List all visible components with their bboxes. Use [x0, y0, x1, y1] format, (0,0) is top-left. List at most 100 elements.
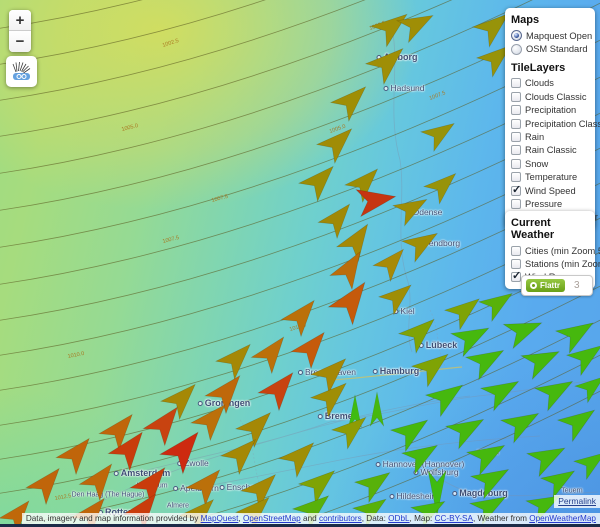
checkbox-icon[interactable]	[511, 259, 521, 270]
layer-option-temperature[interactable]: Temperature	[511, 171, 590, 184]
layer-option-pressure[interactable]: Pressure	[511, 197, 590, 210]
checkbox-icon[interactable]	[511, 91, 521, 102]
wind-arrow	[25, 467, 60, 506]
attribution-link-openstreetmap[interactable]: OpenStreetMap	[243, 514, 301, 523]
layer-option-precipitation-classic[interactable]: Precipitation Classic	[511, 117, 600, 130]
wind-arrow	[444, 419, 485, 450]
wind-arrow	[369, 391, 385, 427]
radio-icon[interactable]	[511, 30, 522, 42]
option-label: Precipitation Classic	[525, 118, 600, 129]
wind-arrow	[315, 128, 353, 165]
option-label: Clouds Classic	[525, 91, 587, 102]
layers-panel: Maps Mapquest Open OSM Standard TileLayer…	[505, 8, 600, 230]
wind-arrow	[377, 284, 412, 316]
attribution-bar: Data, imagery and map information provid…	[21, 513, 600, 524]
map-option-mapquest-open[interactable]: Mapquest Open	[511, 29, 593, 42]
option-label: Temperature	[525, 172, 578, 183]
wind-arrow	[469, 469, 510, 500]
attribution-link-openweathermap[interactable]: OpenWeatherMap	[529, 514, 596, 523]
layer-option-precipitation[interactable]: Precipitation	[511, 104, 590, 117]
flattr-widget[interactable]: Flattr 3	[521, 275, 593, 296]
attribution-link-contributors[interactable]: contributors	[319, 514, 362, 523]
attribution-link-mapquest[interactable]: MapQuest	[201, 514, 239, 523]
option-label: Mapquest Open	[526, 30, 593, 41]
wind-arrow	[364, 48, 404, 86]
option-label: Stations (min Zoom 7)	[525, 259, 600, 270]
checkbox-icon[interactable]	[511, 158, 521, 169]
wind-arrow	[479, 381, 520, 412]
layer-option-clouds[interactable]: Clouds	[511, 77, 590, 90]
wind-arrow	[477, 292, 513, 323]
radio-icon[interactable]	[511, 43, 522, 55]
option-label: Wind Speed	[525, 185, 576, 196]
attribution-text: , Map:	[409, 514, 435, 523]
option-label: Pressure	[525, 198, 563, 209]
layer-option-cities-min-zoom-5[interactable]: Cities (min Zoom 5)	[511, 244, 600, 257]
map-option-osm-standard[interactable]: OSM Standard	[511, 42, 590, 55]
wind-arrow	[250, 336, 285, 375]
checkbox-icon[interactable]	[511, 269, 521, 283]
checkbox-icon[interactable]	[511, 183, 521, 196]
tilelayers-option-list: Clouds Clouds Classic Precipitation Precipi…	[511, 77, 600, 224]
option-label: Precipitation	[525, 105, 577, 116]
zoom-control: + −	[9, 10, 31, 52]
wind-arrow	[556, 409, 596, 443]
flattr-button[interactable]: Flattr	[526, 279, 565, 292]
layer-option-stations-min-zoom-7[interactable]: Stations (min Zoom 7)	[511, 257, 600, 270]
wind-arrow	[290, 331, 325, 370]
wind-arrow	[297, 165, 334, 203]
maps-option-list: Mapquest Open OSM Standard	[511, 29, 593, 56]
option-label: Clouds	[525, 78, 554, 89]
wind-arrow	[520, 351, 560, 381]
layer-option-rain[interactable]: Rain	[511, 130, 590, 143]
wind-arrow	[449, 327, 490, 358]
wind-arrow	[525, 447, 566, 478]
checkbox-icon[interactable]	[511, 245, 521, 256]
option-label: OSM Standard	[526, 44, 588, 55]
wind-arrow	[389, 419, 429, 453]
wind-arrow	[234, 411, 272, 449]
flattr-label: Flattr	[540, 281, 560, 290]
current-weather-section-title: Current Weather	[511, 217, 555, 241]
permalink-link[interactable]: Permalink	[558, 496, 596, 506]
checkbox-icon[interactable]	[511, 105, 521, 116]
wind-arrow	[372, 248, 404, 283]
wind-arrow	[329, 86, 367, 123]
layer-option-wind-speed[interactable]: Wind Speed	[511, 183, 590, 197]
option-label: Cities (min Zoom 5)	[525, 245, 600, 256]
attribution-link-odbl[interactable]: ODbL	[388, 514, 409, 523]
wind-arrow	[443, 298, 480, 331]
wind-arrow	[159, 383, 196, 421]
wind-arrow	[309, 358, 347, 395]
checkbox-icon[interactable]	[511, 172, 521, 183]
wind-arrow	[55, 437, 90, 476]
checkbox-icon[interactable]	[511, 198, 521, 209]
option-label: Rain Classic	[525, 145, 577, 156]
logo-icon	[12, 61, 31, 80]
wind-arrow	[277, 442, 315, 479]
layer-option-snow[interactable]: Snow	[511, 157, 590, 170]
checkbox-icon[interactable]	[511, 145, 521, 156]
wind-arrow	[502, 322, 543, 350]
layer-option-rain-classic[interactable]: Rain Classic	[511, 144, 590, 157]
wind-arrow	[499, 413, 540, 444]
zoom-out-button[interactable]: −	[9, 31, 31, 52]
checkbox-icon[interactable]	[511, 78, 521, 89]
openweathermap-logo[interactable]	[6, 56, 37, 87]
permalink-box: Permalink	[554, 495, 600, 508]
wind-arrow	[204, 375, 241, 415]
wind-arrow	[317, 203, 351, 240]
layer-option-clouds-classic[interactable]: Clouds Classic	[511, 90, 590, 103]
wind-arrow	[297, 470, 336, 505]
checkbox-icon[interactable]	[511, 118, 521, 129]
wind-arrow	[554, 322, 594, 354]
wind-arrow	[184, 469, 221, 507]
zoom-in-button[interactable]: +	[9, 10, 31, 31]
wind-arrow	[419, 122, 455, 153]
attribution-text: , Weather from	[472, 514, 530, 523]
wind-arrow	[533, 381, 574, 412]
wind-arrow	[78, 463, 113, 502]
attribution-link-cc-by-sa[interactable]: CC-BY-SA	[435, 514, 473, 523]
checkbox-icon[interactable]	[511, 132, 521, 143]
wind-arrow	[572, 452, 600, 481]
